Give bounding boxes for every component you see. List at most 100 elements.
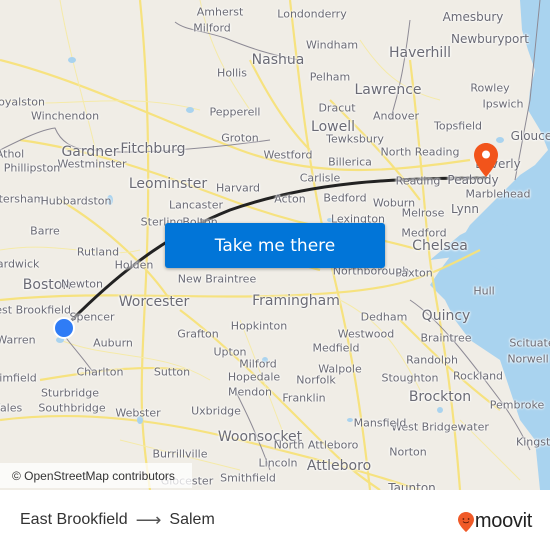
place-label: Worcester (118, 294, 190, 310)
place-label: Upton (213, 345, 247, 359)
place-label: Barre (30, 224, 60, 238)
place-label: Mansfield (353, 416, 407, 430)
place-label: Milford (239, 357, 277, 371)
place-label: Paxton (395, 266, 433, 280)
attribution-text: © OpenStreetMap contributors (12, 468, 175, 483)
place-label: Scituate (509, 336, 550, 350)
place-label: Pepperell (209, 105, 261, 119)
place-label: Harvard (215, 181, 261, 195)
place-label: West Brookfield (0, 303, 71, 317)
origin-marker[interactable] (53, 317, 75, 339)
place-label: Royalston (0, 95, 45, 109)
place-label: Norton (389, 445, 427, 459)
place-label: Amherst (196, 5, 244, 19)
place-label: Milford (193, 21, 231, 35)
place-label: Auburn (93, 336, 133, 350)
place-label: Phillipston (3, 161, 61, 175)
place-label: Athol (0, 147, 25, 161)
place-label: Lincoln (258, 456, 298, 470)
place-label: Spencer (69, 310, 115, 324)
place-label: Hardwick (0, 257, 40, 271)
brand-name: moovit (474, 510, 532, 532)
place-label: Westminster (57, 157, 127, 171)
place-label: Braintree (420, 331, 472, 345)
place-label: Dedham (360, 310, 408, 324)
place-label: Uxbridge (191, 404, 241, 418)
place-label: Norfolk (296, 373, 336, 387)
place-label: New Braintree (177, 272, 257, 286)
place-label: Amesbury (442, 10, 504, 24)
place-label: Billerica (328, 155, 372, 169)
place-label: Londonderry (277, 7, 347, 21)
place-label: Hubbardston (40, 194, 112, 208)
place-label: Stoughton (381, 371, 439, 385)
place-label: Windham (305, 38, 359, 52)
map[interactable]: Amherst Milford Londonderry Amesbury Newbury… (0, 0, 550, 490)
place-label: Lancaster (169, 198, 223, 212)
footer: East Brookfield ⟶ Salem moovit (0, 490, 550, 550)
place-label: Quincy (421, 308, 471, 324)
place-label: North Attleboro (273, 438, 359, 452)
place-label: Pelham (309, 70, 351, 84)
place-label: Grafton (177, 327, 219, 341)
place-label: Carlisle (299, 171, 341, 185)
place-label: Groton (221, 131, 259, 145)
place-label: Rockland (452, 369, 504, 383)
place-label: Medfield (312, 341, 360, 355)
place-label: Westwood (337, 327, 395, 341)
place-label: Nashua (251, 52, 305, 68)
place-label: Holden (114, 258, 154, 272)
place-label: Framingham (252, 293, 340, 309)
place-label: North Reading (380, 145, 460, 159)
place-label: Rowley (470, 81, 510, 95)
take-me-there-button[interactable]: Take me there (165, 223, 385, 268)
place-label: Webster (115, 406, 161, 420)
place-label: Tewksbury (326, 132, 384, 146)
origin-label: East Brookfield (20, 511, 128, 528)
place-label: Bedford (323, 191, 367, 205)
place-label: Sturbridge (40, 386, 100, 400)
place-label: Lawrence (354, 82, 422, 98)
place-label: Winchendon (30, 109, 100, 123)
place-label: Sutton (153, 365, 191, 379)
place-label: Wales (0, 401, 23, 415)
place-label: Kingston (516, 435, 550, 449)
place-label: Petersham (0, 192, 45, 206)
moovit-logo[interactable]: moovit (457, 510, 532, 533)
route-summary: East Brookfield ⟶ Salem (20, 511, 215, 529)
place-label: Lynn (451, 202, 479, 216)
place-label: Attleboro (306, 458, 372, 474)
place-label: Reading (395, 174, 441, 188)
place-label: Norwell (507, 352, 549, 366)
place-label: Newburyport (450, 32, 530, 46)
place-label: Hollis (217, 66, 247, 80)
place-label: Newton (60, 277, 104, 291)
place-label: Acton (274, 192, 306, 206)
place-label: Medford (401, 226, 447, 240)
place-label: Taunton (388, 481, 436, 490)
place-label: Hopkinton (230, 319, 288, 333)
place-label: Mendon (228, 385, 272, 399)
place-label: Smithfield (220, 471, 276, 485)
place-label: Chelsea (412, 238, 468, 254)
place-label: Westford (263, 148, 313, 162)
moovit-pin-icon (457, 511, 474, 532)
place-label: Hull (473, 284, 495, 298)
arrow-right-icon: ⟶ (135, 510, 162, 530)
place-label: Andover (372, 109, 420, 123)
place-label: Marblehead (465, 187, 531, 201)
place-label: Warren (0, 333, 36, 347)
map-attribution[interactable]: © OpenStreetMap contributors (0, 463, 192, 488)
destination-label: Salem (169, 511, 215, 528)
place-label: Topsfield (433, 119, 483, 133)
place-label: Melrose (401, 206, 445, 220)
place-label: Franklin (282, 391, 326, 405)
place-label: Gloucester (510, 129, 550, 143)
place-label: Haverhill (388, 45, 452, 61)
place-label: Randolph (406, 353, 458, 367)
place-label: Leominster (128, 176, 208, 192)
place-label: Southbridge (38, 401, 106, 415)
place-label: Hopedale (227, 370, 281, 384)
place-label: Brimfield (0, 371, 37, 385)
destination-pin-icon[interactable] (474, 143, 498, 177)
